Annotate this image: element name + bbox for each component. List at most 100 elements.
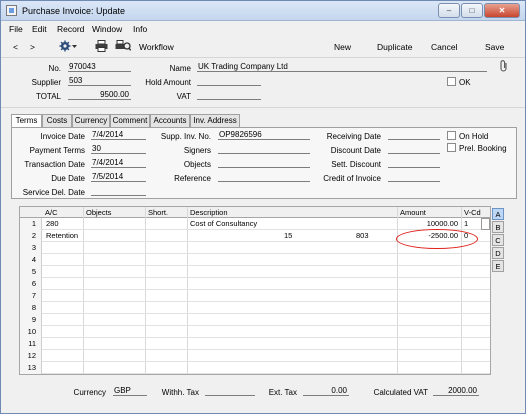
maximize-icon[interactable]: □ (461, 3, 483, 18)
reference-field[interactable] (218, 172, 310, 182)
cell-ac[interactable] (44, 314, 83, 326)
cell-ac[interactable] (44, 338, 83, 350)
duplicate-button[interactable]: Duplicate (377, 42, 412, 52)
cell-objects[interactable] (84, 314, 145, 326)
cell-vcd[interactable] (462, 362, 480, 374)
cell-amount[interactable] (398, 302, 461, 314)
objects-field[interactable] (218, 158, 310, 168)
cell-objects[interactable] (84, 350, 145, 362)
cell-vcd[interactable] (462, 350, 480, 362)
cell-objects[interactable] (84, 254, 145, 266)
cell-description[interactable] (188, 350, 283, 362)
menu-edit[interactable]: Edit (32, 24, 47, 34)
no-field[interactable]: 970043 (68, 62, 131, 72)
hold-amount-field[interactable] (197, 76, 261, 86)
cell-amount[interactable] (398, 314, 461, 326)
cell-description[interactable] (188, 362, 283, 374)
save-button[interactable]: Save (485, 42, 504, 52)
cell-ac[interactable] (44, 254, 83, 266)
table-row[interactable]: 4 (20, 254, 490, 266)
cell-description[interactable] (188, 338, 283, 350)
cell-vcd[interactable] (462, 338, 480, 350)
cell-description[interactable] (188, 326, 283, 338)
supplier-field[interactable]: 503 (68, 76, 131, 86)
grid-tab-e[interactable]: E (492, 260, 504, 272)
print-icon[interactable] (95, 40, 108, 54)
cell-short[interactable] (146, 266, 187, 278)
grid-tab-b[interactable]: B (492, 221, 504, 233)
cell-vcd[interactable]: 1 (462, 218, 480, 230)
menu-record[interactable]: Record (57, 24, 84, 34)
cell-vcd[interactable] (462, 326, 480, 338)
cell-ac[interactable] (44, 326, 83, 338)
on-hold-checkbox[interactable] (447, 131, 456, 140)
currency-field[interactable]: GBP (113, 386, 147, 396)
invoice-date-field[interactable]: 7/4/2014 (91, 130, 146, 140)
minimize-icon[interactable]: – (438, 3, 460, 18)
cell-short[interactable] (146, 278, 187, 290)
grid-tab-d[interactable]: D (492, 247, 504, 259)
table-row[interactable]: 5 (20, 266, 490, 278)
cell-ac[interactable] (44, 362, 83, 374)
cell-description[interactable] (188, 278, 283, 290)
sett-discount-field[interactable] (388, 158, 440, 168)
new-button[interactable]: New (334, 42, 351, 52)
tab-costs[interactable]: Costs (42, 114, 72, 127)
tab-accounts[interactable]: Accounts (150, 114, 190, 127)
cell-objects[interactable] (84, 278, 145, 290)
cell-description[interactable] (188, 290, 283, 302)
tab-terms[interactable]: Terms (11, 114, 42, 128)
cell-ac[interactable] (44, 302, 83, 314)
cell-short[interactable] (146, 218, 187, 230)
cell-short[interactable] (146, 326, 187, 338)
cancel-button[interactable]: Cancel (431, 42, 457, 52)
tab-inv-address[interactable]: Inv. Address (190, 114, 240, 127)
cell-vcd[interactable] (462, 254, 480, 266)
cell-amount[interactable] (398, 278, 461, 290)
cell-ac[interactable] (44, 278, 83, 290)
due-date-field[interactable]: 7/5/2014 (91, 172, 146, 182)
cell-amount[interactable] (398, 350, 461, 362)
print-preview-icon[interactable] (115, 40, 132, 54)
cell-ac[interactable]: Retention (44, 230, 83, 242)
cell-objects[interactable] (84, 290, 145, 302)
workflow-button[interactable]: Workflow (139, 42, 174, 52)
receiving-date-field[interactable] (388, 130, 440, 140)
cell-short[interactable] (146, 338, 187, 350)
cell-ac[interactable] (44, 242, 83, 254)
table-row[interactable]: 8 (20, 302, 490, 314)
menu-info[interactable]: Info (133, 24, 147, 34)
cell-amount[interactable] (398, 338, 461, 350)
cell-objects[interactable] (84, 338, 145, 350)
paperclip-icon[interactable] (499, 60, 509, 74)
cell-ac[interactable] (44, 350, 83, 362)
table-row[interactable]: 7 (20, 290, 490, 302)
cell-objects[interactable] (84, 242, 145, 254)
cell-vcd[interactable] (462, 266, 480, 278)
credit-of-invoice-field[interactable] (388, 172, 440, 182)
signers-field[interactable] (218, 144, 310, 154)
gear-icon[interactable] (59, 40, 77, 54)
discount-date-field[interactable] (388, 144, 440, 154)
cell-objects[interactable] (84, 266, 145, 278)
cell-vcd[interactable] (462, 278, 480, 290)
cell-short[interactable] (146, 290, 187, 302)
menu-window[interactable]: Window (92, 24, 122, 34)
cell-objects[interactable] (84, 218, 145, 230)
transaction-date-field[interactable]: 7/4/2014 (91, 158, 146, 168)
back-button[interactable]: < (13, 42, 18, 52)
prel-booking-checkbox[interactable] (447, 143, 456, 152)
cell-description[interactable] (188, 302, 283, 314)
table-row[interactable]: 1 280 Cost of Consultancy 10000.00 1 (20, 218, 490, 230)
cell-short[interactable] (146, 242, 187, 254)
menu-file[interactable]: File (9, 24, 23, 34)
table-row[interactable]: 12 (20, 350, 490, 362)
grid-tab-c[interactable]: C (492, 234, 504, 246)
cell-short[interactable] (146, 362, 187, 374)
payment-terms-field[interactable]: 30 (91, 144, 146, 154)
table-row[interactable]: 6 (20, 278, 490, 290)
cell-short[interactable] (146, 350, 187, 362)
cell-vcd[interactable] (462, 302, 480, 314)
service-del-date-field[interactable] (91, 186, 146, 196)
cell-short[interactable] (146, 314, 187, 326)
